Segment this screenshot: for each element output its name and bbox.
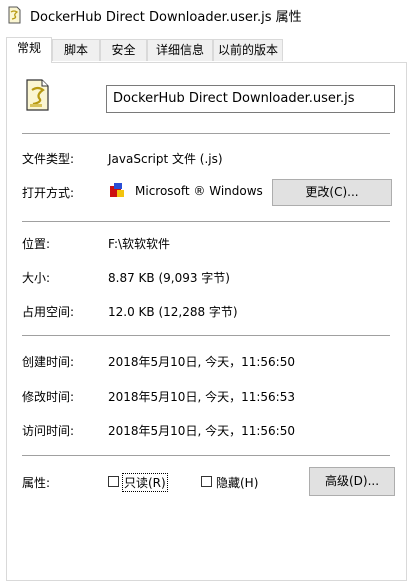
size-on-disk-label: 占用空间: (22, 305, 75, 319)
script-file-icon (26, 79, 49, 111)
location-label: 位置: (22, 237, 51, 251)
readonly-label[interactable]: 只读(R) (122, 473, 168, 492)
accessed-value: 2018年5月10日, 今天，11:56:50 (108, 424, 295, 438)
open-with-label: 打开方式: (22, 186, 75, 200)
readonly-checkbox[interactable] (108, 476, 119, 487)
separator (22, 133, 390, 134)
tab-script[interactable]: 脚本 (52, 39, 100, 61)
modified-label: 修改时间: (22, 390, 75, 404)
window-title: DockerHub Direct Downloader.user.js 属性 (30, 10, 302, 25)
windows-script-host-icon (110, 183, 124, 197)
tab-previous-versions[interactable]: 以前的版本 (213, 39, 283, 61)
hidden-checkbox[interactable] (201, 476, 212, 487)
created-label: 创建时间: (22, 355, 75, 369)
change-button[interactable]: 更改(C)... (272, 179, 392, 206)
tab-general[interactable]: 常规 (6, 37, 52, 63)
readonly-checkbox-group[interactable]: 只读(R) (108, 473, 170, 492)
tab-details[interactable]: 详细信息 (147, 39, 213, 61)
size-on-disk-value: 12.0 KB (12,288 字节) (108, 305, 238, 319)
hidden-checkbox-group[interactable]: 隐藏(H) (201, 474, 263, 492)
hidden-label[interactable]: 隐藏(H) (216, 474, 258, 491)
open-with-value: Microsoft ® Windows (135, 184, 263, 198)
location-value: F:\软软软件 (108, 237, 171, 251)
accessed-label: 访问时间: (22, 424, 75, 438)
separator (22, 455, 390, 456)
file-name-field[interactable]: DockerHub Direct Downloader.user.js (106, 85, 395, 113)
properties-window: DockerHub Direct Downloader.user.js 属性 常… (0, 0, 413, 585)
separator (22, 221, 390, 222)
modified-value: 2018年5月10日, 今天，11:56:53 (108, 390, 295, 404)
script-file-icon (8, 6, 21, 24)
title-bar: DockerHub Direct Downloader.user.js 属性 (0, 0, 413, 30)
general-panel (6, 62, 407, 581)
file-type-label: 文件类型: (22, 152, 75, 166)
advanced-button[interactable]: 高级(D)... (309, 467, 395, 496)
size-value: 8.87 KB (9,093 字节) (108, 271, 230, 285)
size-label: 大小: (22, 271, 51, 285)
attributes-label: 属性: (22, 476, 51, 490)
created-value: 2018年5月10日, 今天，11:56:50 (108, 355, 295, 369)
separator (22, 335, 390, 336)
tab-security[interactable]: 安全 (100, 39, 147, 61)
file-type-value: JavaScript 文件 (.js) (108, 152, 223, 166)
